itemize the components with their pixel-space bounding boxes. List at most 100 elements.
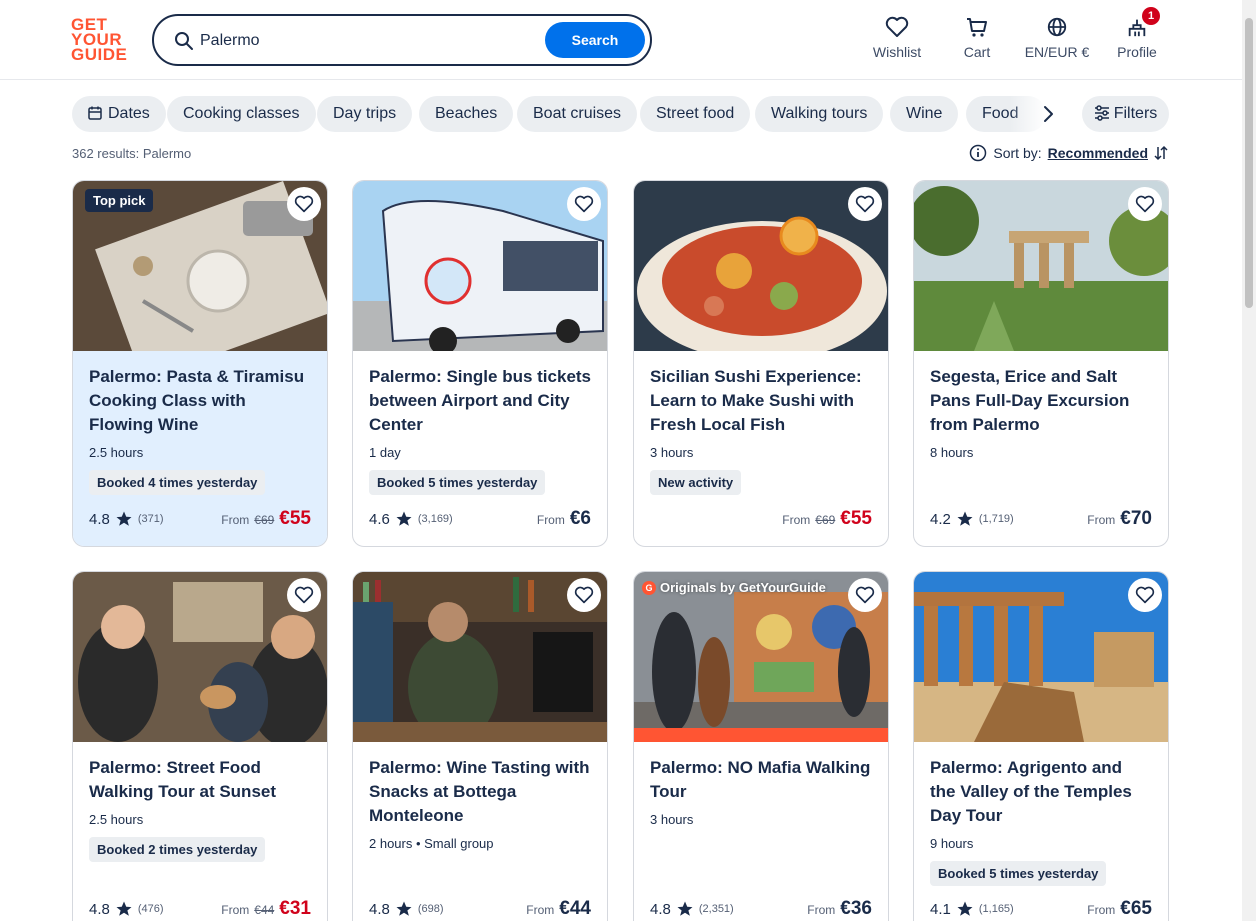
card-title[interactable]: Sicilian Sushi Experience: Learn to Make…	[650, 365, 872, 437]
card-title[interactable]: Palermo: Wine Tasting with Snacks at Bot…	[369, 756, 591, 828]
language-currency-nav[interactable]: EN/EUR €	[1017, 14, 1097, 60]
wishlist-heart-button[interactable]	[1128, 578, 1162, 612]
card-body: Palermo: Street Food Walking Tour at Sun…	[73, 742, 327, 921]
card-price: From €44	[526, 898, 591, 919]
card-duration: 3 hours	[650, 445, 694, 460]
wishlist-heart-button[interactable]	[848, 187, 882, 221]
search-icon	[175, 32, 193, 50]
card-rating: 4.2 (1,719)	[930, 510, 1014, 528]
activity-card[interactable]: Sicilian Sushi Experience: Learn to Make…	[633, 180, 889, 547]
heart-icon	[1135, 586, 1155, 604]
wishlist-heart-button[interactable]	[1128, 187, 1162, 221]
getyourguide-logo[interactable]: GET YOUR GUIDE	[71, 16, 131, 63]
card-title[interactable]: Palermo: Agrigento and the Valley of the…	[930, 756, 1152, 828]
new-activity-tag: New activity	[650, 470, 742, 495]
star-icon	[957, 901, 973, 916]
card-price: From €44 €31	[221, 898, 311, 919]
chip-wine[interactable]: Wine	[890, 96, 959, 132]
wishlist-label: Wishlist	[872, 44, 922, 60]
chip-cooking-classes[interactable]: Cooking classes	[167, 96, 316, 132]
heart-icon	[1135, 195, 1155, 213]
card-rating: 4.8 (371)	[89, 510, 164, 528]
activity-card[interactable]: Top pick Palermo: Pasta & Tiramisu Cooki…	[72, 180, 328, 547]
booking-tag: Booked 2 times yesterday	[89, 837, 266, 862]
activity-card[interactable]: Palermo: Single bus tickets between Airp…	[352, 180, 608, 547]
card-title[interactable]: Palermo: Street Food Walking Tour at Sun…	[89, 756, 311, 804]
activity-image: G Originals by GetYourGuide	[634, 572, 888, 742]
wishlist-heart-button[interactable]	[567, 187, 601, 221]
profile-label: Profile	[1117, 44, 1157, 60]
heart-icon	[855, 195, 875, 213]
card-rating: 4.8 (476)	[89, 900, 164, 918]
chip-dates[interactable]: Dates	[72, 96, 166, 132]
search-input[interactable]	[200, 28, 540, 54]
heart-icon	[574, 195, 594, 213]
card-title[interactable]: Palermo: Pasta & Tiramisu Cooking Class …	[89, 365, 311, 437]
chevron-right-icon[interactable]	[1036, 102, 1060, 126]
wishlist-nav[interactable]: Wishlist	[857, 14, 937, 60]
activity-card[interactable]: Segesta, Erice and Salt Pans Full-Day Ex…	[913, 180, 1169, 547]
activity-card[interactable]: G Originals by GetYourGuide Palermo: NO M…	[633, 571, 889, 921]
getyourguide-g-icon: G	[642, 580, 656, 595]
originals-badge: G Originals by GetYourGuide	[642, 580, 826, 595]
chip-day-trips[interactable]: Day trips	[317, 96, 413, 132]
card-rating: 4.8 (2,351)	[650, 900, 734, 918]
sort-value[interactable]: Recommended	[1048, 145, 1148, 161]
activity-image	[353, 181, 607, 351]
wishlist-heart-button[interactable]	[287, 187, 321, 221]
wishlist-heart-button[interactable]	[848, 578, 882, 612]
sliders-icon	[1094, 105, 1109, 121]
chip-boat-cruises[interactable]: Boat cruises	[517, 96, 638, 132]
chip-walking-tours[interactable]: Walking tours	[755, 96, 884, 132]
top-pick-badge: Top pick	[85, 189, 154, 212]
card-title[interactable]: Palermo: Single bus tickets between Airp…	[369, 365, 591, 437]
card-duration: 1 day	[369, 445, 401, 460]
card-title[interactable]: Segesta, Erice and Salt Pans Full-Day Ex…	[930, 365, 1152, 437]
sort-arrows-icon	[1154, 145, 1168, 161]
calendar-icon	[88, 106, 102, 120]
card-duration: 2.5 hours	[89, 812, 144, 827]
chip-street-food[interactable]: Street food	[640, 96, 751, 132]
activity-image: Top pick	[73, 181, 327, 351]
card-duration: 3 hours	[650, 812, 694, 827]
card-body: Palermo: Agrigento and the Valley of the…	[914, 742, 1168, 921]
page-scrollbar[interactable]	[1242, 0, 1256, 921]
booking-tag: Booked 4 times yesterday	[89, 470, 266, 495]
wishlist-heart-button[interactable]	[287, 578, 321, 612]
card-body: Sicilian Sushi Experience: Learn to Make…	[634, 351, 888, 546]
sort-control[interactable]: Sort by: Recommended	[969, 144, 1168, 162]
star-icon	[396, 901, 412, 916]
activity-image	[634, 181, 888, 351]
chip-beaches[interactable]: Beaches	[419, 96, 514, 132]
activity-card[interactable]: Palermo: Street Food Walking Tour at Sun…	[72, 571, 328, 921]
card-body: Palermo: NO Mafia Walking Tour 3 hours 4…	[634, 742, 888, 921]
card-duration: 8 hours	[930, 445, 974, 460]
wishlist-heart-button[interactable]	[567, 578, 601, 612]
activity-image	[73, 572, 327, 742]
card-duration: 9 hours	[930, 836, 974, 851]
card-duration: 2.5 hours	[89, 445, 144, 460]
activity-image	[353, 572, 607, 742]
header: GET YOUR GUIDE Search Wishlist Cart EN/E…	[0, 0, 1256, 80]
heart-icon	[294, 586, 314, 604]
card-title[interactable]: Palermo: NO Mafia Walking Tour	[650, 756, 872, 804]
heart-icon	[855, 586, 875, 604]
card-price: From €69 €55	[782, 508, 872, 529]
results-count: 362 results: Palermo	[72, 146, 192, 161]
booking-tag: Booked 5 times yesterday	[930, 861, 1107, 886]
heart-icon	[574, 586, 594, 604]
scrollbar-thumb[interactable]	[1245, 18, 1253, 308]
star-icon	[116, 511, 132, 526]
activity-card[interactable]: Palermo: Agrigento and the Valley of the…	[913, 571, 1169, 921]
heart-icon	[294, 195, 314, 213]
cart-label: Cart	[963, 44, 991, 60]
globe-icon	[1047, 17, 1067, 37]
filters-button[interactable]: Filters	[1082, 96, 1169, 132]
profile-nav[interactable]: 1 Profile	[1097, 7, 1177, 60]
activity-card[interactable]: Palermo: Wine Tasting with Snacks at Bot…	[352, 571, 608, 921]
search-button[interactable]: Search	[545, 22, 645, 58]
info-icon[interactable]	[969, 144, 987, 162]
cart-nav[interactable]: Cart	[937, 14, 1017, 60]
star-icon	[957, 511, 973, 526]
card-body: Palermo: Wine Tasting with Snacks at Bot…	[353, 742, 607, 921]
